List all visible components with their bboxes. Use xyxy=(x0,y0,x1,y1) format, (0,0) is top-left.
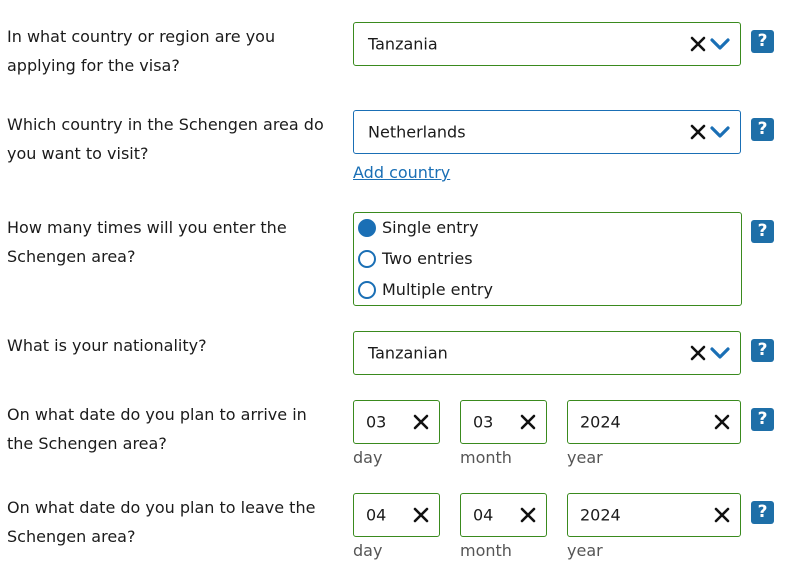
nationality-select[interactable]: Tanzanian xyxy=(353,331,741,375)
close-icon[interactable] xyxy=(714,414,730,430)
day-caption: day xyxy=(353,448,383,467)
help-icon[interactable]: ? xyxy=(751,408,774,431)
schengen-country-select[interactable]: Netherlands xyxy=(353,110,741,154)
year-caption: year xyxy=(567,541,603,560)
arrival-year-input[interactable]: 2024 xyxy=(567,400,741,444)
close-icon[interactable] xyxy=(690,345,706,361)
arrival-day-input[interactable]: 03 xyxy=(353,400,440,444)
help-icon[interactable]: ? xyxy=(751,118,774,141)
question-nationality: What is your nationality? xyxy=(7,336,207,355)
departure-month-input[interactable]: 04 xyxy=(460,493,547,537)
radio-two-entries[interactable]: Two entries xyxy=(358,249,473,268)
visa-form: In what country or region are you applyi… xyxy=(0,0,791,572)
radio-label: Single entry xyxy=(382,218,479,237)
help-icon[interactable]: ? xyxy=(751,220,774,243)
schengen-country-value: Netherlands xyxy=(368,122,466,142)
month-caption: month xyxy=(460,541,512,560)
chevron-down-icon[interactable] xyxy=(710,125,730,139)
close-icon[interactable] xyxy=(690,124,706,140)
question-entries: How many times will you enter the Scheng… xyxy=(7,218,287,266)
radio-single-entry[interactable]: Single entry xyxy=(358,218,479,237)
arrival-month-value: 03 xyxy=(473,412,494,432)
close-icon[interactable] xyxy=(413,507,429,523)
help-icon[interactable]: ? xyxy=(751,30,774,53)
help-icon[interactable]: ? xyxy=(751,339,774,362)
help-icon[interactable]: ? xyxy=(751,501,774,524)
year-caption: year xyxy=(567,448,603,467)
radio-label: Two entries xyxy=(382,249,473,268)
departure-day-input[interactable]: 04 xyxy=(353,493,440,537)
chevron-down-icon[interactable] xyxy=(710,346,730,360)
question-application-country: In what country or region are you applyi… xyxy=(7,27,276,75)
close-icon[interactable] xyxy=(690,36,706,52)
arrival-month-input[interactable]: 03 xyxy=(460,400,547,444)
radio-button[interactable] xyxy=(358,280,376,299)
arrival-year-value: 2024 xyxy=(580,412,621,432)
close-icon[interactable] xyxy=(520,414,536,430)
close-icon[interactable] xyxy=(520,507,536,523)
question-schengen-country: Which country in the Schengen area do yo… xyxy=(7,115,324,163)
departure-year-input[interactable]: 2024 xyxy=(567,493,741,537)
close-icon[interactable] xyxy=(714,507,730,523)
radio-multiple-entry[interactable]: Multiple entry xyxy=(358,280,493,299)
day-caption: day xyxy=(353,541,383,560)
radio-button-checked[interactable] xyxy=(358,218,376,237)
departure-year-value: 2024 xyxy=(580,505,621,525)
question-arrival-date: On what date do you plan to arrive in th… xyxy=(7,405,307,453)
radio-label: Multiple entry xyxy=(382,280,493,299)
add-country-link[interactable]: Add country xyxy=(353,163,450,182)
chevron-down-icon[interactable] xyxy=(710,37,730,51)
application-country-select[interactable]: Tanzania xyxy=(353,22,741,66)
departure-day-value: 04 xyxy=(366,505,387,525)
nationality-value: Tanzanian xyxy=(368,343,448,363)
arrival-day-value: 03 xyxy=(366,412,387,432)
close-icon[interactable] xyxy=(413,414,429,430)
question-departure-date: On what date do you plan to leave the Sc… xyxy=(7,498,316,546)
application-country-value: Tanzania xyxy=(368,34,438,54)
radio-button[interactable] xyxy=(358,249,376,268)
departure-month-value: 04 xyxy=(473,505,494,525)
month-caption: month xyxy=(460,448,512,467)
